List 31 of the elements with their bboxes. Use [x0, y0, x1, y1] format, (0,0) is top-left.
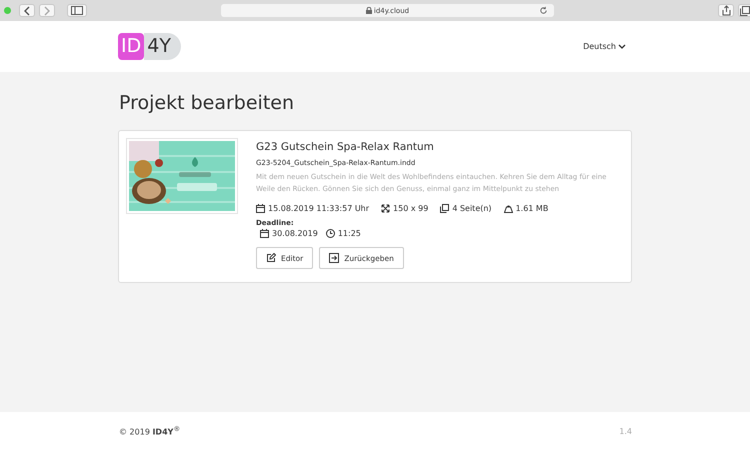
logo-text: 4Y	[144, 33, 181, 60]
calendar-icon	[260, 229, 269, 238]
deadline-text: 11:25	[338, 229, 361, 238]
project-title: G23 Gutschein Spa-Relax Rantum	[256, 141, 435, 153]
language-dropdown[interactable]: Deutsch	[577, 41, 632, 52]
back-button[interactable]	[19, 4, 35, 17]
window-dot[interactable]	[4, 7, 11, 14]
tabs-button[interactable]	[738, 4, 750, 17]
arrow-box-icon	[329, 253, 340, 264]
chevron-left-icon	[23, 6, 31, 16]
copyright-text: © 2019 ID4Y$^{®}$	[119, 425, 180, 437]
reload-icon[interactable]	[539, 6, 548, 15]
resize-icon	[381, 204, 390, 214]
chevron-right-icon	[43, 6, 51, 16]
calendar-icon	[256, 204, 265, 214]
weight-icon	[504, 204, 513, 214]
meta-text: 4 Seite(n)	[452, 204, 492, 214]
meta-text: 150 x 99	[393, 204, 428, 214]
clock-icon	[326, 229, 335, 238]
meta-text: 15.08.2019 11:33:57 Uhr	[268, 204, 370, 214]
meta-text: 1.61 MB	[516, 204, 548, 214]
share-button[interactable]	[718, 4, 734, 17]
version-text: 1.4	[619, 426, 632, 436]
deadline-text: 30.08.2019	[272, 229, 318, 238]
lock-icon	[366, 7, 372, 14]
edit-icon	[266, 253, 276, 264]
page-title: Projekt bearbeiten	[119, 92, 296, 114]
pages-icon	[440, 204, 450, 214]
sidebar-button[interactable]	[67, 4, 87, 17]
logo-mark: ID	[118, 33, 144, 60]
chevron-down-icon	[618, 44, 626, 50]
